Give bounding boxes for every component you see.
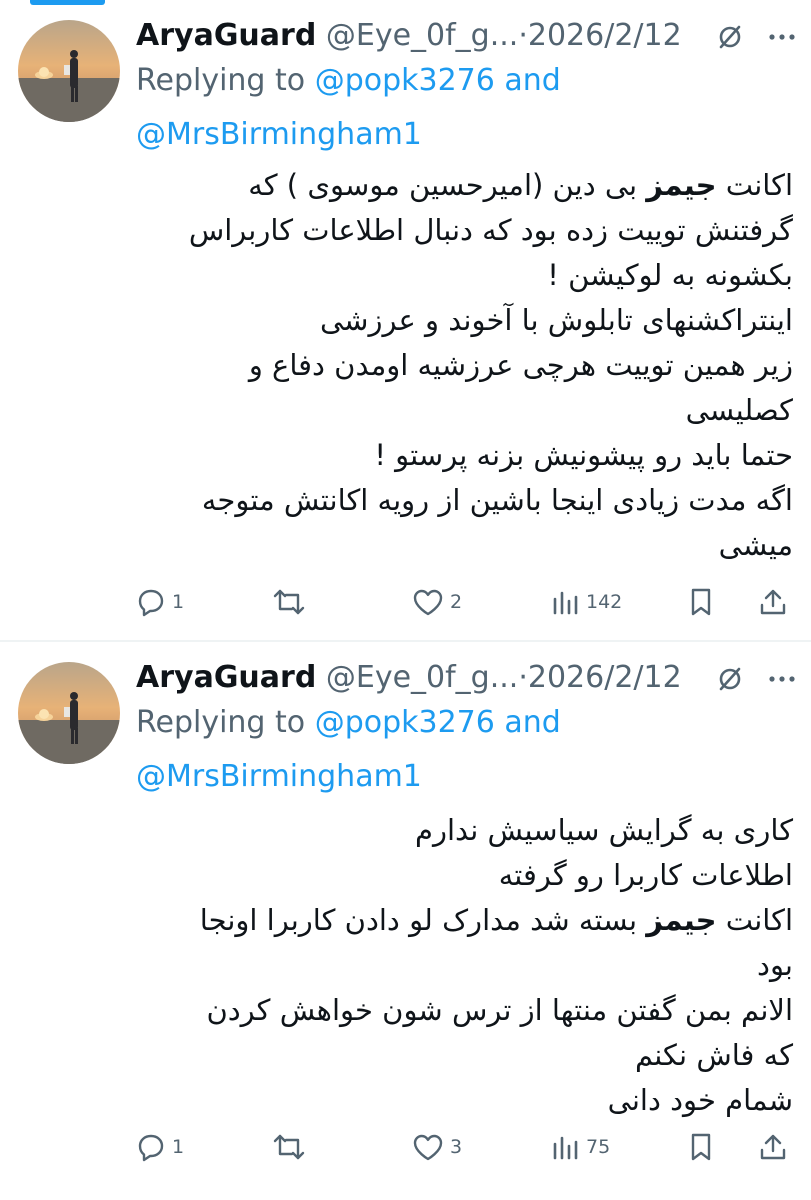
- mention-link[interactable]: @MrsBirmingham1: [136, 759, 422, 794]
- action-bar: 1 3 75: [136, 1127, 803, 1167]
- reply-icon: [138, 1134, 164, 1162]
- views-button[interactable]: 142: [550, 582, 622, 622]
- view-count: 142: [586, 591, 623, 613]
- replying-to: Replying to @popk3276 and @MrsBirmingham…: [136, 705, 561, 794]
- bookmark-icon: [691, 1133, 711, 1161]
- grok-slash-icon[interactable]: [713, 20, 747, 54]
- bookmark-button[interactable]: [688, 582, 714, 622]
- views-icon: [553, 591, 578, 615]
- retweet-icon: [273, 589, 305, 615]
- bookmark-button[interactable]: [688, 1127, 714, 1167]
- tweet[interactable]: AryaGuard @Eye_0f_g...·2026/2/12 Replyin…: [0, 642, 811, 1200]
- avatar[interactable]: [18, 20, 120, 122]
- reply-button[interactable]: 1: [136, 1127, 184, 1167]
- reply-icon: [138, 589, 164, 617]
- like-icon: [413, 1134, 443, 1161]
- views-icon: [553, 1136, 578, 1160]
- bookmark-icon: [691, 588, 711, 616]
- tweet[interactable]: AryaGuard @Eye_0f_g...·2026/2/12 Replyin…: [0, 0, 811, 640]
- like-button[interactable]: 3: [412, 1127, 462, 1167]
- display-name[interactable]: AryaGuard: [136, 18, 316, 53]
- retweet-icon: [273, 1134, 305, 1160]
- separator-dot: ·: [518, 18, 528, 53]
- tweet-header: AryaGuard @Eye_0f_g...·2026/2/12: [136, 658, 803, 698]
- mention-link[interactable]: @popk3276: [315, 705, 495, 740]
- share-icon: [760, 1134, 786, 1160]
- retweet-button[interactable]: [272, 582, 312, 622]
- avatar[interactable]: [18, 662, 120, 764]
- separator-dot: ·: [518, 660, 528, 695]
- like-count: 3: [450, 1136, 463, 1158]
- mention-link[interactable]: @MrsBirmingham1: [136, 117, 422, 152]
- tweet-text: اکانت جیمز بی دین (امیرحسین موسوی ) که گ…: [188, 168, 793, 562]
- like-icon: [413, 589, 443, 616]
- reply-count: 1: [172, 591, 185, 613]
- like-count: 2: [450, 591, 463, 613]
- handle[interactable]: @Eye_0f_g...: [326, 18, 518, 53]
- like-button[interactable]: 2: [412, 582, 462, 622]
- grok-slash-icon[interactable]: [713, 662, 747, 696]
- mention-link[interactable]: @popk3276: [315, 63, 495, 98]
- timestamp[interactable]: 2026/2/12: [528, 18, 682, 53]
- display-name[interactable]: AryaGuard: [136, 660, 316, 695]
- share-icon: [760, 589, 786, 615]
- retweet-button[interactable]: [272, 1127, 312, 1167]
- action-bar: 1 2 142: [136, 582, 803, 622]
- view-count: 75: [586, 1136, 611, 1158]
- handle[interactable]: @Eye_0f_g...: [326, 660, 518, 695]
- share-button[interactable]: [758, 582, 788, 622]
- tweet-text: کاری به گرایش سیاسیش ندارم اطلاعات کاربر…: [199, 813, 793, 1117]
- tweet-header: AryaGuard @Eye_0f_g...·2026/2/12: [136, 16, 803, 56]
- timestamp[interactable]: 2026/2/12: [528, 660, 682, 695]
- views-button[interactable]: 75: [550, 1127, 610, 1167]
- reply-count: 1: [172, 1136, 185, 1158]
- more-icon[interactable]: [765, 662, 799, 696]
- reply-button[interactable]: 1: [136, 582, 184, 622]
- replying-to: Replying to @popk3276 and @MrsBirmingham…: [136, 63, 561, 152]
- share-button[interactable]: [758, 1127, 788, 1167]
- more-icon[interactable]: [765, 20, 799, 54]
